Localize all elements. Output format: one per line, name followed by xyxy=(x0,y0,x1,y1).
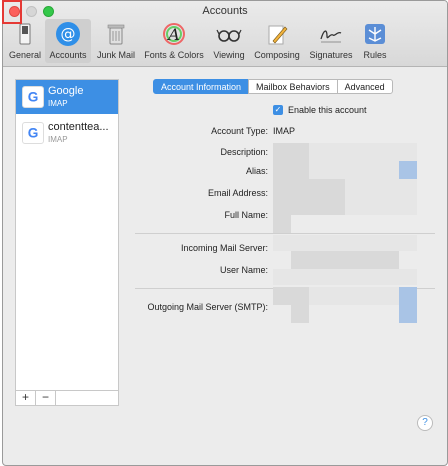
enable-account-row[interactable]: ✓ Enable this account xyxy=(273,105,367,115)
account-item-contentteam[interactable]: G contenttea... IMAP xyxy=(16,116,118,150)
tab-advanced[interactable]: Advanced xyxy=(336,79,393,94)
toolbar-general-label: General xyxy=(8,50,42,60)
svg-text:@: @ xyxy=(61,25,76,43)
toolbar-general[interactable]: General xyxy=(7,19,43,63)
accounts-window: Accounts General @ Accounts Junk Mail A … xyxy=(2,0,448,466)
toolbar-accounts-label: Accounts xyxy=(49,50,87,60)
account-type-value: IMAP xyxy=(273,126,296,136)
titlebar: Accounts General @ Accounts Junk Mail A … xyxy=(3,1,447,67)
enable-account-checkbox[interactable]: ✓ xyxy=(273,105,283,115)
full-name-label: Full Name: xyxy=(224,210,268,220)
help-button[interactable]: ? xyxy=(417,415,433,431)
pencil-icon xyxy=(268,25,288,45)
fonts-colors-icon: A xyxy=(163,23,185,45)
toolbar-viewing-label: Viewing xyxy=(213,50,245,60)
remove-account-button[interactable]: − xyxy=(36,391,56,405)
toolbar-composing[interactable]: Composing xyxy=(251,19,303,63)
incoming-server-label: Incoming Mail Server: xyxy=(180,243,268,253)
svg-text:G: G xyxy=(28,90,39,105)
tab-account-information[interactable]: Account Information xyxy=(153,79,250,94)
alias-label: Alias: xyxy=(245,166,268,176)
outgoing-server-field[interactable] xyxy=(273,287,309,305)
toolbar-junk-mail-label: Junk Mail xyxy=(96,50,135,60)
section-divider xyxy=(135,233,435,234)
toolbar-fonts-colors-label: Fonts & Colors xyxy=(144,50,204,60)
toolbar-fonts-colors[interactable]: A Fonts & Colors xyxy=(141,19,207,63)
account-name: Google xyxy=(48,85,84,97)
signature-icon xyxy=(320,30,342,43)
general-switch-icon xyxy=(19,23,31,45)
alias-field[interactable] xyxy=(273,161,309,179)
window-title: Accounts xyxy=(202,5,248,17)
toolbar-rules-label: Rules xyxy=(363,50,387,60)
outgoing-server-dropdown[interactable] xyxy=(399,287,417,323)
account-name: contenttea... xyxy=(48,121,109,133)
at-sign-icon: @ xyxy=(56,22,80,46)
description-field-blur xyxy=(309,143,417,161)
incoming-server-field-blur xyxy=(291,251,399,269)
account-type-label: Account Type: xyxy=(211,126,268,136)
full-name-field-blur xyxy=(345,197,417,215)
full-name-field-blur-2 xyxy=(273,215,291,233)
account-type: IMAP xyxy=(48,135,68,144)
toolbar-signatures-label: Signatures xyxy=(309,50,353,60)
outgoing-server-field-blur xyxy=(309,287,399,305)
description-label: Description: xyxy=(220,147,268,157)
email-address-field[interactable] xyxy=(273,179,345,197)
user-name-field[interactable] xyxy=(273,269,417,285)
rules-icon xyxy=(365,24,385,44)
incoming-server-field[interactable] xyxy=(273,235,417,251)
account-tabs: Account Information Mailbox Behaviors Ad… xyxy=(153,79,393,95)
outgoing-server-label: Outgoing Mail Server (SMTP): xyxy=(147,302,268,312)
toolbar-accounts[interactable]: @ Accounts xyxy=(45,19,91,63)
email-address-field-blur xyxy=(345,179,417,197)
svg-text:A: A xyxy=(166,25,180,44)
account-type: IMAP xyxy=(48,99,68,108)
toolbar-signatures[interactable]: Signatures xyxy=(305,19,357,63)
google-logo-icon: G xyxy=(22,122,44,144)
enable-account-label: Enable this account xyxy=(288,105,367,115)
email-address-label: Email Address: xyxy=(207,188,268,198)
preferences-toolbar: General @ Accounts Junk Mail A Fonts & C… xyxy=(3,19,447,65)
trash-bin-icon xyxy=(107,24,125,45)
toolbar-rules[interactable]: Rules xyxy=(359,19,391,63)
full-name-field[interactable] xyxy=(273,197,345,215)
account-item-google[interactable]: G Google IMAP xyxy=(16,80,118,114)
glasses-icon xyxy=(216,29,242,42)
accounts-list-footer: + − xyxy=(15,391,119,406)
svg-text:G: G xyxy=(28,126,39,141)
alias-field-blur-accent xyxy=(399,161,417,179)
toolbar-composing-label: Composing xyxy=(254,50,300,60)
add-account-button[interactable]: + xyxy=(16,391,36,405)
tab-mailbox-behaviors[interactable]: Mailbox Behaviors xyxy=(248,79,338,94)
user-name-label: User Name: xyxy=(219,265,268,275)
highlight-annotation xyxy=(2,0,22,24)
toolbar-viewing[interactable]: Viewing xyxy=(209,19,249,63)
accounts-list: G Google IMAP G contenttea... IMAP xyxy=(15,79,119,391)
toolbar-junk-mail[interactable]: Junk Mail xyxy=(93,19,139,63)
outgoing-server-field-blur-2 xyxy=(291,305,309,323)
description-field[interactable] xyxy=(273,143,309,161)
alias-field-blur xyxy=(309,161,399,179)
google-logo-icon: G xyxy=(22,86,44,108)
